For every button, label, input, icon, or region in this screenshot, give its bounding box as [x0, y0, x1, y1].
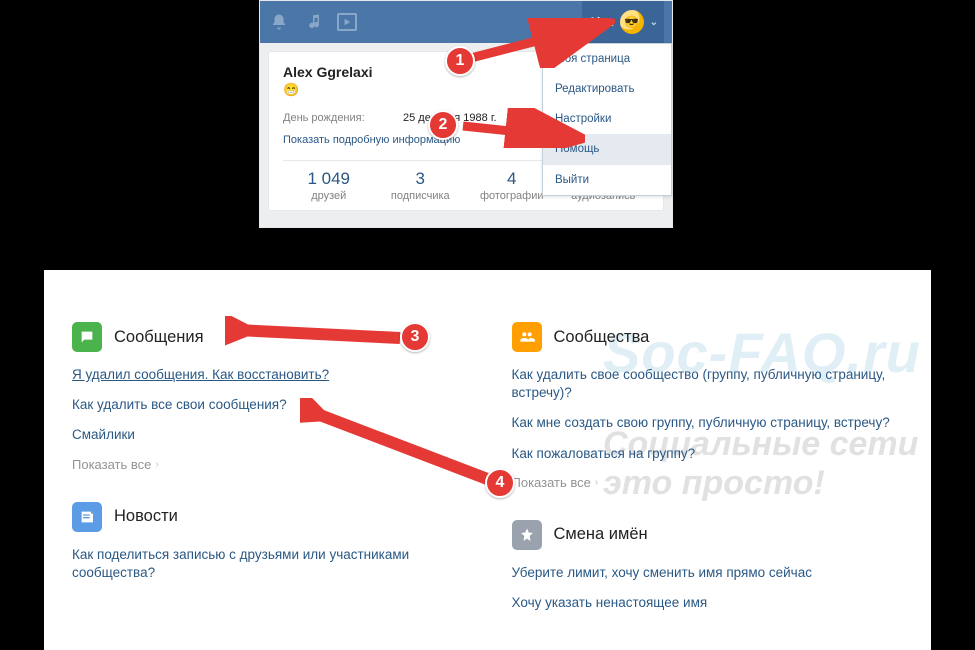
communities-show-all[interactable]: Показать все›	[512, 475, 912, 490]
star-icon	[512, 520, 542, 550]
messages-show-all[interactable]: Показать все›	[72, 457, 472, 472]
annotation-badge-2: 2	[428, 110, 458, 140]
avatar: 😎	[620, 10, 644, 34]
communities-link-3[interactable]: Как пожаловаться на группу?	[512, 445, 912, 463]
annotation-badge-1: 1	[445, 46, 475, 76]
dropdown-logout[interactable]: Выйти	[543, 165, 671, 195]
communities-link-1[interactable]: Как удалить свое сообщество (группу, пуб…	[512, 366, 912, 402]
dropdown-settings[interactable]: Настройки	[543, 104, 671, 134]
category-news-header: Новости	[72, 502, 472, 532]
chevron-right-icon: ›	[155, 459, 158, 470]
dropdown-help[interactable]: Помощь	[543, 134, 671, 164]
user-menu-trigger[interactable]: Alex 😎 ⌄	[582, 1, 664, 43]
category-news-title: Новости	[114, 507, 178, 526]
chevron-down-icon: ⌄	[650, 17, 658, 28]
news-icon	[72, 502, 102, 532]
category-communities-title: Сообщества	[554, 328, 650, 347]
annotation-badge-3: 3	[400, 322, 430, 352]
video-play-icon[interactable]	[336, 11, 358, 33]
chevron-right-icon: ›	[595, 477, 598, 488]
names-link-2[interactable]: Хочу указать ненастоящее имя	[512, 594, 912, 612]
vk-top-bar: Alex 😎 ⌄	[260, 1, 672, 43]
communities-link-2[interactable]: Как мне создать свою группу, публичную с…	[512, 414, 912, 432]
vk-profile-panel: Alex 😎 ⌄ Alex Ggrelaxi 😁 День рождения: …	[259, 0, 673, 228]
music-icon[interactable]	[302, 11, 324, 33]
birthday-label: День рождения:	[283, 112, 403, 124]
dropdown-my-page[interactable]: Моя страница	[543, 44, 671, 74]
dropdown-edit[interactable]: Редактировать	[543, 74, 671, 104]
messages-link-2[interactable]: Как удалить все свои сообщения?	[72, 396, 472, 414]
category-names-title: Смена имён	[554, 525, 648, 544]
user-name: Alex	[588, 15, 613, 29]
messages-link-3[interactable]: Смайлики	[72, 426, 472, 444]
stat-followers[interactable]: 3 подписчика	[375, 169, 467, 202]
user-dropdown: Моя страница Редактировать Настройки Пом…	[542, 43, 672, 196]
category-names-header: Смена имён	[512, 520, 912, 550]
news-link-1[interactable]: Как поделиться записью с друзьями или уч…	[72, 546, 472, 582]
communities-icon	[512, 322, 542, 352]
messages-icon	[72, 322, 102, 352]
stat-friends[interactable]: 1 049 друзей	[283, 169, 375, 202]
annotation-badge-4: 4	[485, 468, 515, 498]
messages-link-1[interactable]: Я удалил сообщения. Как восстановить?	[72, 366, 472, 384]
category-messages-title: Сообщения	[114, 328, 204, 347]
help-panel: Soc-FAQ.ru Социальные сети это просто! С…	[44, 270, 931, 650]
notifications-icon[interactable]	[268, 11, 290, 33]
category-communities-header: Сообщества	[512, 322, 912, 352]
names-link-1[interactable]: Уберите лимит, хочу сменить имя прямо се…	[512, 564, 912, 582]
